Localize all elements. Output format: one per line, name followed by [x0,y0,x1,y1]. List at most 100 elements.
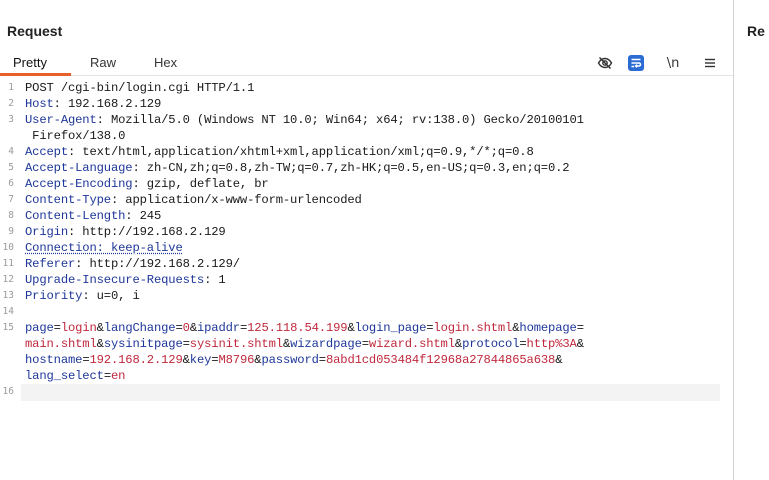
code-line[interactable]: 14 [0,304,733,320]
text-token: : text/html,application/xhtml+xml,applic… [67,145,534,159]
http-key-token: Origin [25,225,68,239]
http-key-token: Accept-Encoding [25,177,133,191]
line-number: 7 [8,194,14,205]
line-content: Firefox/138.0 [25,129,125,143]
tab-hex[interactable]: Hex [154,55,177,70]
http-key-token: login_page [354,321,427,335]
text-token: & [96,337,104,351]
param-value-token: login.shtml [433,321,513,335]
line-content: Upgrade-Insecure-Requests: 1 [25,273,226,287]
code-line[interactable]: 3 User-Agent: Mozilla/5.0 (Windows NT 10.… [0,112,733,128]
code-line[interactable]: 12 Upgrade-Insecure-Requests: 1 [0,272,733,288]
line-number: 16 [2,386,14,397]
code-line[interactable]: 10 Connection: keep-alive [0,240,733,256]
param-value-token: sysinit.shtml [189,337,283,351]
line-number: 15 [2,322,14,333]
line-content: POST /cgi-bin/login.cgi HTTP/1.1 [25,81,254,95]
line-number: 14 [2,306,14,317]
line-number: 1 [8,82,14,93]
http-key-token: ipaddr [196,321,240,335]
code-line[interactable]: 5 Accept-Language: zh-CN,zh;q=0.8,zh-TW;q… [0,160,733,176]
hamburger-menu-icon[interactable] [702,55,718,71]
line-number: 4 [8,146,14,157]
line-content: Content-Type: application/x-www-form-url… [25,193,362,207]
text-token: : zh-CN,zh;q=0.8,zh-TW;q=0.7,zh-HK;q=0.5… [132,161,570,175]
param-value-token: 0 [182,321,190,335]
code-line[interactable]: hostname=192.168.2.129&key=M8796&passwor… [0,352,733,368]
response-panel: Re [734,0,769,480]
newline-toggle-button[interactable]: \n [665,55,681,71]
text-token: = [519,337,527,351]
text-token: : 192.168.2.129 [53,97,162,111]
text-token: & [182,353,190,367]
text-token: : gzip, deflate, br [132,177,269,191]
code-line[interactable]: 9 Origin: http://192.168.2.129 [0,224,733,240]
line-number: 8 [8,210,14,221]
code-line[interactable]: 15 page=login&langChange=0&ipaddr=125.118… [0,320,733,336]
code-line[interactable]: 16 [0,384,733,401]
line-content: Content-Length: 245 [25,209,161,223]
code-line[interactable]: 6 Accept-Encoding: gzip, deflate, br [0,176,733,192]
panel-title: Request [7,23,63,39]
code-line[interactable]: main.shtml&sysinitpage=sysinit.shtml&wiz… [0,336,733,352]
line-number: 5 [8,162,14,173]
code-line[interactable]: 11 Referer: http://192.168.2.129/ [0,256,733,272]
line-content: Origin: http://192.168.2.129 [25,225,226,239]
text-token: & [555,353,563,367]
active-tab-indicator [0,73,71,76]
text-token: = [318,353,326,367]
current-line-highlight [21,384,720,401]
text-token: & [454,337,463,351]
line-content: Host: 192.168.2.129 [25,97,161,111]
text-token: POST /cgi-bin/login.cgi HTTP/1.1 [25,81,255,95]
code-line[interactable]: 8 Content-Length: 245 [0,208,733,224]
line-number: 12 [2,274,14,285]
code-line[interactable]: Firefox/138.0 [0,128,733,144]
param-value-token: 125.118.54.199 [247,321,348,335]
code-line[interactable]: 4 Accept: text/html,application/xhtml+xml… [0,144,733,160]
line-content: Referer: http://192.168.2.129/ [25,257,240,271]
text-token: & [347,321,355,335]
http-key-token: key [189,353,212,367]
text-token: = [103,369,111,383]
http-key-token: User-Agent [25,113,97,127]
tab-raw[interactable]: Raw [90,55,116,70]
code-line[interactable]: 13 Priority: u=0, i [0,288,733,304]
text-token: : Mozilla/5.0 (Windows NT 10.0; Win64; x… [96,113,584,127]
text-token: : http://192.168.2.129/ [75,257,240,271]
line-number: 9 [8,226,14,237]
line-content: Connection: keep-alive [25,241,183,255]
http-key-token: Host [25,97,54,111]
line-number: 10 [2,242,14,253]
code-line[interactable]: lang_select=en [0,368,733,384]
code-line[interactable]: 1 POST /cgi-bin/login.cgi HTTP/1.1 [0,80,733,96]
text-token: : u=0, i [82,289,140,303]
text-token: = [361,337,369,351]
line-content: hostname=192.168.2.129&key=M8796&passwor… [25,353,563,367]
line-number: 13 [2,290,14,301]
text-token: = [53,321,61,335]
line-content: Accept: text/html,application/xhtml+xml,… [25,145,534,159]
http-key-token: sysinitpage [103,337,183,351]
request-panel: Request Pretty Raw Hex \n 1 POST /cgi-bin… [0,0,733,480]
text-token: & [96,321,104,335]
code-line[interactable]: 7 Content-Type: application/x-www-form-ur… [0,192,733,208]
http-key-token: page [25,321,54,335]
http-key-token: Referer [25,257,76,271]
http-key-token: protocol [462,337,520,351]
text-token: Firefox/138.0 [25,129,126,143]
view-tabs: Pretty Raw Hex [0,52,733,76]
line-content: page=login&langChange=0&ipaddr=125.118.5… [25,321,584,335]
word-wrap-icon[interactable] [628,55,644,71]
param-value-token: en [110,369,126,383]
tab-pretty[interactable]: Pretty [13,55,47,70]
http-key-token: wizardpage [290,337,362,351]
eye-slash-icon[interactable] [597,55,613,71]
response-panel-title: Re [747,23,765,39]
code-line[interactable]: 2 Host: 192.168.2.129 [0,96,733,112]
line-number: 6 [8,178,14,189]
tab-bar-border [0,75,733,76]
line-number: 3 [8,114,14,125]
request-editor[interactable]: 1 POST /cgi-bin/login.cgi HTTP/1.1 2 Host: … [0,80,733,401]
line-number: 2 [8,98,14,109]
